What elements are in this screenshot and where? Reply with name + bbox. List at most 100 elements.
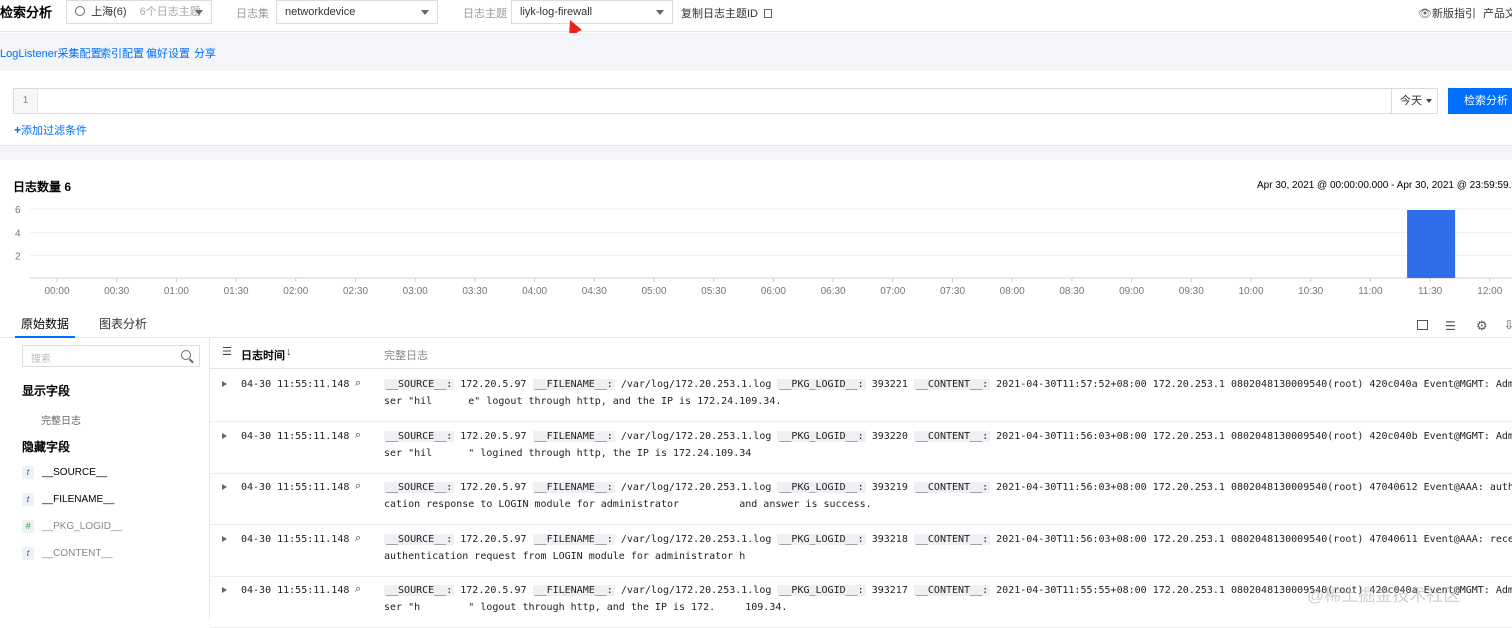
context-search-icon[interactable]: ⌕ — [355, 583, 361, 596]
region-label: 上海(6) — [91, 6, 127, 18]
link-share[interactable]: 分享 — [194, 45, 216, 61]
row-log-line2: ser "hil " logined through http, the IP … — [384, 447, 752, 459]
row-log-line1: __SOURCE__: 172.20.5.97 __FILENAME__: /v… — [384, 533, 1512, 545]
hidden-field-item[interactable]: # __PKG_LOGID__ — [22, 520, 122, 533]
chart-bar — [1407, 210, 1456, 278]
tab-chart-analysis[interactable]: 图表分析 — [99, 315, 147, 332]
chevron-down-icon — [656, 10, 664, 15]
eye-icon: 👁 — [1418, 8, 1432, 20]
y-tick-label: 2 — [15, 251, 21, 262]
copy-topic-id-link[interactable]: 复制日志主题ID — [681, 5, 773, 21]
row-time: 04-30 11:55:11.148 — [241, 482, 350, 493]
tab-raw-data[interactable]: 原始数据 — [21, 315, 69, 332]
copy-icon — [764, 9, 773, 18]
top-bar: 检索分析 上海(6) 6个日志主题 日志集 networkdevice 日志主题… — [0, 0, 1512, 32]
query-editor[interactable]: 1 — [13, 88, 1392, 114]
watermark: @稀土掘金技术社区 — [1307, 586, 1461, 605]
table-header: ☰ 日志时间 ↓ 完整日志 — [210, 338, 1512, 369]
x-tick-label: 04:00 — [522, 286, 547, 297]
field-tag-pkgid: __PKG_LOGID__: — [777, 482, 866, 493]
number-type-icon: # — [22, 520, 34, 533]
context-search-icon[interactable]: ⌕ — [355, 532, 361, 545]
context-search-icon[interactable]: ⌕ — [355, 429, 361, 442]
text-type-icon: t — [22, 547, 34, 560]
field-tag-source: __SOURCE__: — [384, 430, 455, 442]
shown-field-item[interactable]: 完整日志 — [41, 412, 81, 427]
new-guide-link[interactable]: 👁新版指引 — [1418, 5, 1476, 21]
pkgid-value: 393217 — [871, 585, 908, 596]
copy-topic-id-label: 复制日志主题ID — [681, 8, 758, 20]
hidden-field-name: __SOURCE__ — [42, 467, 108, 478]
field-tag-filename: __FILENAME__: — [532, 379, 615, 390]
link-preferences[interactable]: 偏好设置 — [146, 45, 190, 61]
y-tick-label: 4 — [15, 229, 21, 240]
log-count-chart: 6 4 2 00:00 00:30 01:00 01:30 02:00 02:30 03:00 03… — [15, 205, 1512, 297]
field-tag-pkgid: __PKG_LOGID__: — [777, 379, 866, 390]
time-range-label: 今天 — [1400, 95, 1422, 107]
table-row[interactable]: 04-30 11:55:11.148 ⌕ __SOURCE__: 172.20.5.… — [210, 525, 1512, 577]
region-select[interactable]: 上海(6) 6个日志主题 — [66, 0, 212, 24]
filename-value: /var/log/172.20.253.1.log — [620, 430, 772, 442]
table-row[interactable]: 04-30 11:55:11.148 ⌕ __SOURCE__: 172.20.5.… — [210, 473, 1512, 525]
logset-label: 日志集 — [236, 8, 269, 20]
pkgid-value: 393221 — [871, 379, 908, 390]
hidden-field-item[interactable]: t __CONTENT__ — [22, 547, 113, 560]
expand-row-icon[interactable] — [222, 484, 227, 490]
row-time: 04-30 11:55:11.148 — [241, 430, 350, 442]
search-button[interactable]: 检索分析 — [1448, 88, 1512, 114]
table-row[interactable]: 04-30 11:55:11.148 ⌕ __SOURCE__: 172.20.5.… — [210, 422, 1512, 474]
row-time: 04-30 11:55:11.148 — [241, 379, 350, 390]
download-icon[interactable]: ⇩ — [1504, 318, 1512, 332]
hidden-field-item[interactable]: t __SOURCE__ — [22, 466, 107, 479]
table-row[interactable]: 04-30 11:55:11.148 ⌕ __SOURCE__: 172.20.5.… — [210, 370, 1512, 422]
expand-row-icon[interactable] — [222, 535, 227, 542]
field-search-input[interactable]: 搜索 — [22, 345, 200, 367]
time-range-select[interactable]: 今天 — [1391, 88, 1438, 114]
pkgid-value: 393220 — [871, 430, 908, 442]
x-tick-label: 06:30 — [821, 286, 846, 297]
filename-value: /var/log/172.20.253.1.log — [620, 482, 772, 493]
columns-icon[interactable]: ☰ — [222, 345, 232, 358]
hidden-fields-header: 隐藏字段 — [22, 440, 71, 454]
x-tick-label: 03:00 — [403, 286, 428, 297]
filename-value: /var/log/172.20.253.1.log — [620, 379, 772, 390]
x-tick-label: 07:30 — [940, 286, 965, 297]
context-search-icon[interactable]: ⌕ — [355, 377, 361, 390]
region-topic-count: 6个日志主题 — [139, 6, 201, 18]
sort-desc-icon[interactable]: ↓ — [286, 346, 292, 358]
expand-row-icon[interactable] — [222, 381, 227, 387]
filename-value: /var/log/172.20.253.1.log — [620, 585, 772, 596]
x-tick-label: 06:00 — [761, 286, 786, 297]
source-value: 172.20.5.97 — [460, 430, 527, 442]
expand-row-icon[interactable] — [222, 432, 227, 439]
result-tabs: 原始数据 图表分析 — [0, 308, 1512, 338]
chevron-down-icon — [421, 10, 429, 15]
link-loglistener[interactable]: LogListener采集配置 — [0, 45, 102, 61]
expand-row-icon[interactable] — [222, 587, 227, 593]
gear-icon[interactable]: ⚙ — [1476, 318, 1488, 334]
field-tag-pkgid: __PKG_LOGID__: — [777, 533, 866, 545]
link-index-config[interactable]: 索引配置 — [100, 45, 144, 61]
field-tag-content: __CONTENT__: — [913, 482, 991, 493]
hidden-field-item[interactable]: t __FILENAME__ — [22, 493, 114, 506]
x-tick-label: 12:00 — [1477, 286, 1502, 297]
hidden-field-name: __FILENAME__ — [42, 494, 115, 505]
col-time-header[interactable]: 日志时间 — [241, 347, 285, 363]
product-doc-link[interactable]: 产品文 — [1483, 5, 1512, 21]
row-log-line2: ser "h " logout through http, and the IP… — [384, 602, 788, 613]
y-tick-label: 6 — [15, 205, 21, 216]
x-tick-label: 08:30 — [1059, 286, 1084, 297]
pkgid-value: 393218 — [871, 533, 908, 545]
wrap-icon[interactable]: ☰ — [1445, 319, 1456, 333]
field-tag-source: __SOURCE__: — [384, 379, 455, 390]
logset-value: networkdevice — [285, 6, 356, 18]
field-tag-content: __CONTENT__: — [913, 533, 991, 545]
row-log-line2: cation response to LOGIN module for admi… — [384, 499, 872, 510]
content-value: 2021-04-30T11:56:03+08:00 172.20.253.1 0… — [996, 430, 1512, 442]
layout-icon[interactable] — [1417, 320, 1428, 330]
field-tag-filename: __FILENAME__: — [532, 482, 615, 493]
logset-select[interactable]: networkdevice — [276, 0, 438, 24]
context-search-icon[interactable]: ⌕ — [355, 480, 361, 493]
add-filter-link[interactable]: +添加过滤条件 — [14, 122, 87, 138]
x-tick-label: 01:30 — [224, 286, 249, 297]
